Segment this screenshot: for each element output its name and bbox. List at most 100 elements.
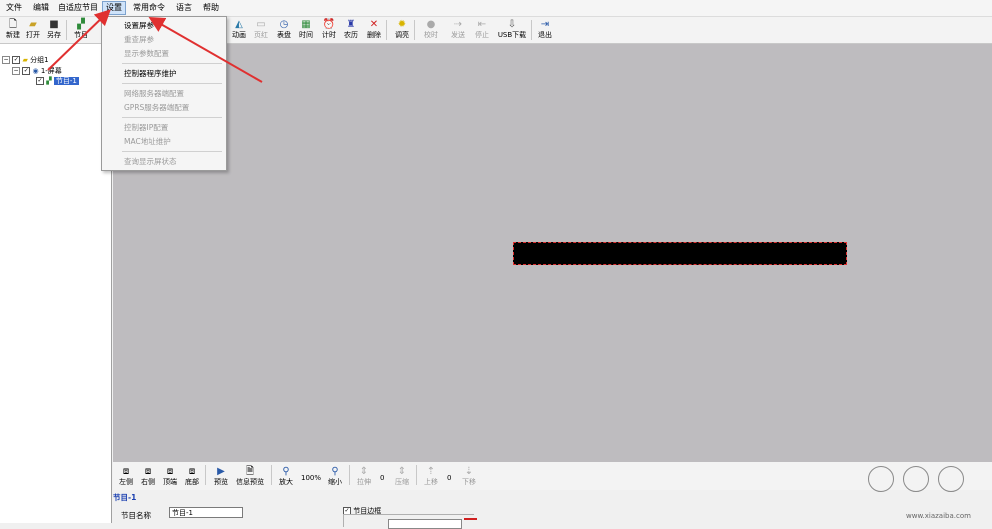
align-right-icon: ⧈ — [144, 466, 152, 477]
toolbar-separator — [416, 465, 417, 485]
zoom-out-button[interactable]: ⚲ 缩小 — [322, 465, 348, 489]
folder-icon: ▰ — [29, 19, 37, 30]
delete-icon: ✕ — [369, 19, 379, 30]
exit-icon: ⇥ — [540, 19, 550, 30]
stop-icon: ⇤ — [477, 19, 487, 30]
compress-icon: ⇕ — [397, 466, 407, 477]
menu-common-commands[interactable]: 常用命令 — [130, 2, 168, 14]
menu-separator — [122, 151, 222, 152]
move-down-icon: ⇣ — [464, 466, 474, 477]
zoom-in-icon: ⚲ — [282, 466, 290, 477]
info-preview-button[interactable]: 🗎 信息预览 — [233, 465, 267, 489]
menu-item-controller-maintenance[interactable]: 控制器程序维护 — [124, 68, 177, 79]
move-up-button[interactable]: ⇡ 上移 — [418, 465, 444, 489]
layout-toolbar: ⧈ 左侧 ⧈ 右侧 ⧈ 顶端 ⧈ 底部 ▶ 预览 🗎 信息预览 ⚲ 放大 100… — [113, 462, 992, 490]
document-search-icon: 🗎 — [245, 466, 255, 477]
clock-icon: ◷ — [279, 19, 289, 30]
move-value: 0 — [447, 474, 452, 482]
save-as-button[interactable]: ■ 另存 — [41, 18, 67, 42]
toolbar-separator — [349, 465, 350, 485]
animation-icon: ◭ — [235, 19, 243, 30]
toolbar-separator — [205, 465, 206, 485]
menu-help[interactable]: 帮助 — [200, 2, 222, 14]
preview-canvas[interactable] — [113, 44, 992, 462]
exit-button[interactable]: ⇥ 退出 — [532, 18, 558, 42]
compress-button[interactable]: ⇕ 压缩 — [389, 465, 415, 489]
send-button[interactable]: ⇢ 发送 — [445, 18, 471, 42]
folder-icon: ▰ — [22, 56, 28, 64]
menu-language[interactable]: 语言 — [173, 2, 195, 14]
watermark-logo-icon — [903, 466, 929, 492]
menu-item-mac-address[interactable]: MAC地址维护 — [124, 136, 171, 147]
collapse-icon[interactable]: − — [12, 67, 20, 75]
lunar-icon: ♜ — [346, 19, 356, 30]
menu-settings[interactable]: 设置 — [102, 1, 126, 15]
toolbar-separator — [386, 20, 387, 40]
zoom-level: 100% — [301, 474, 322, 482]
properties-title: 节目-1 — [113, 493, 137, 502]
checkbox-checked-icon[interactable]: ✓ — [36, 77, 44, 85]
align-top-icon: ⧈ — [166, 466, 174, 477]
collapse-icon[interactable]: − — [2, 56, 10, 64]
stretch-button[interactable]: ⇕ 拉伸 — [351, 465, 377, 489]
usb-icon: ⇩ — [507, 19, 517, 30]
checkbox-checked-icon[interactable]: ✓ — [12, 56, 21, 64]
menu-separator — [122, 117, 222, 118]
program-name-label: 节目名称 — [121, 511, 151, 520]
checkbox-checked-icon[interactable]: ✓ — [22, 67, 31, 75]
tree-program-node[interactable]: ✓ ▞ 节目-1 — [36, 76, 79, 86]
menu-item-recheck-screen-params[interactable]: 重查屏参 — [124, 34, 154, 45]
led-screen-area[interactable] — [513, 242, 847, 265]
program-icon: ▞ — [46, 77, 52, 85]
toolbar-separator — [66, 20, 67, 40]
border-color-swatch[interactable] — [464, 518, 477, 520]
menu-item-display-param-config[interactable]: 显示参数配置 — [124, 48, 169, 59]
zoom-out-icon: ⚲ — [331, 466, 339, 477]
menu-adaptive-program[interactable]: 自适应节目 — [55, 2, 101, 14]
tree-group-node[interactable]: − ✓ ▰ 分组1 — [2, 55, 49, 65]
program-name-input[interactable]: 节目-1 — [169, 507, 243, 518]
tree-screen-node[interactable]: − ✓ ◉ 1-屏幕 — [12, 66, 62, 76]
stretch-icon: ⇕ — [359, 466, 369, 477]
menu-file[interactable]: 文件 — [3, 2, 25, 14]
menu-bar: 文件 编辑 自适应节目 设置 常用命令 语言 帮助 — [0, 0, 992, 17]
watermark-logo-icon — [868, 466, 894, 492]
move-down-button[interactable]: ⇣ 下移 — [456, 465, 482, 489]
align-bottom-button[interactable]: ⧈ 底部 — [179, 465, 205, 489]
screen-icon: ◉ — [32, 67, 39, 75]
usb-download-button[interactable]: ⇩ USB下载 — [497, 18, 527, 42]
lightbulb-icon: ✹ — [397, 19, 407, 30]
menu-item-gprs-server-config[interactable]: GPRS服务器端配置 — [124, 102, 189, 113]
time-icon: ▦ — [301, 19, 311, 30]
program-icon: ▞ — [77, 19, 85, 30]
menu-separator — [122, 83, 222, 84]
time-sync-button[interactable]: ● 校时 — [418, 18, 444, 42]
toolbar-separator — [271, 465, 272, 485]
settings-dropdown-menu: 设置屏参 重查屏参 显示参数配置 控制器程序维护 网络服务器端配置 GPRS服务… — [101, 16, 227, 171]
stretch-value: 0 — [380, 474, 385, 482]
menu-item-controller-ip-config[interactable]: 控制器IP配置 — [124, 122, 168, 133]
menu-separator — [122, 63, 222, 64]
brightness-button[interactable]: ✹ 调亮 — [389, 18, 415, 42]
stop-button[interactable]: ⇤ 停止 — [469, 18, 495, 42]
delete-button[interactable]: ✕ 删除 — [361, 18, 387, 42]
program-tree: − ✓ ▰ 分组1 − ✓ ◉ 1-屏幕 ✓ ▞ 节目-1 — [0, 44, 112, 523]
menu-item-network-server-config[interactable]: 网络服务器端配置 — [124, 88, 184, 99]
menu-item-query-screen-status[interactable]: 查询显示屏状态 — [124, 156, 177, 167]
move-up-icon: ⇡ — [426, 466, 436, 477]
align-left-icon: ⧈ — [122, 466, 130, 477]
zoom-in-button[interactable]: ⚲ 放大 — [273, 465, 299, 489]
menu-edit[interactable]: 编辑 — [30, 2, 52, 14]
menu-item-set-screen-params[interactable]: 设置屏参 — [121, 20, 157, 31]
send-icon: ⇢ — [453, 19, 463, 30]
toolbar-separator — [414, 20, 415, 40]
border-preview — [388, 519, 462, 529]
preview-button[interactable]: ▶ 预览 — [208, 465, 234, 489]
play-icon: ▶ — [217, 466, 225, 477]
watermark-logo-icon — [938, 466, 964, 492]
disabled-tool-icon: ▭ — [256, 19, 266, 30]
align-bottom-icon: ⧈ — [188, 466, 196, 477]
save-icon: ■ — [49, 19, 59, 30]
properties-panel: 节目-1 节目名称 节目-1 ✓ 节目边框 — [113, 490, 992, 529]
program-button[interactable]: ▞ 节目 — [68, 18, 94, 42]
